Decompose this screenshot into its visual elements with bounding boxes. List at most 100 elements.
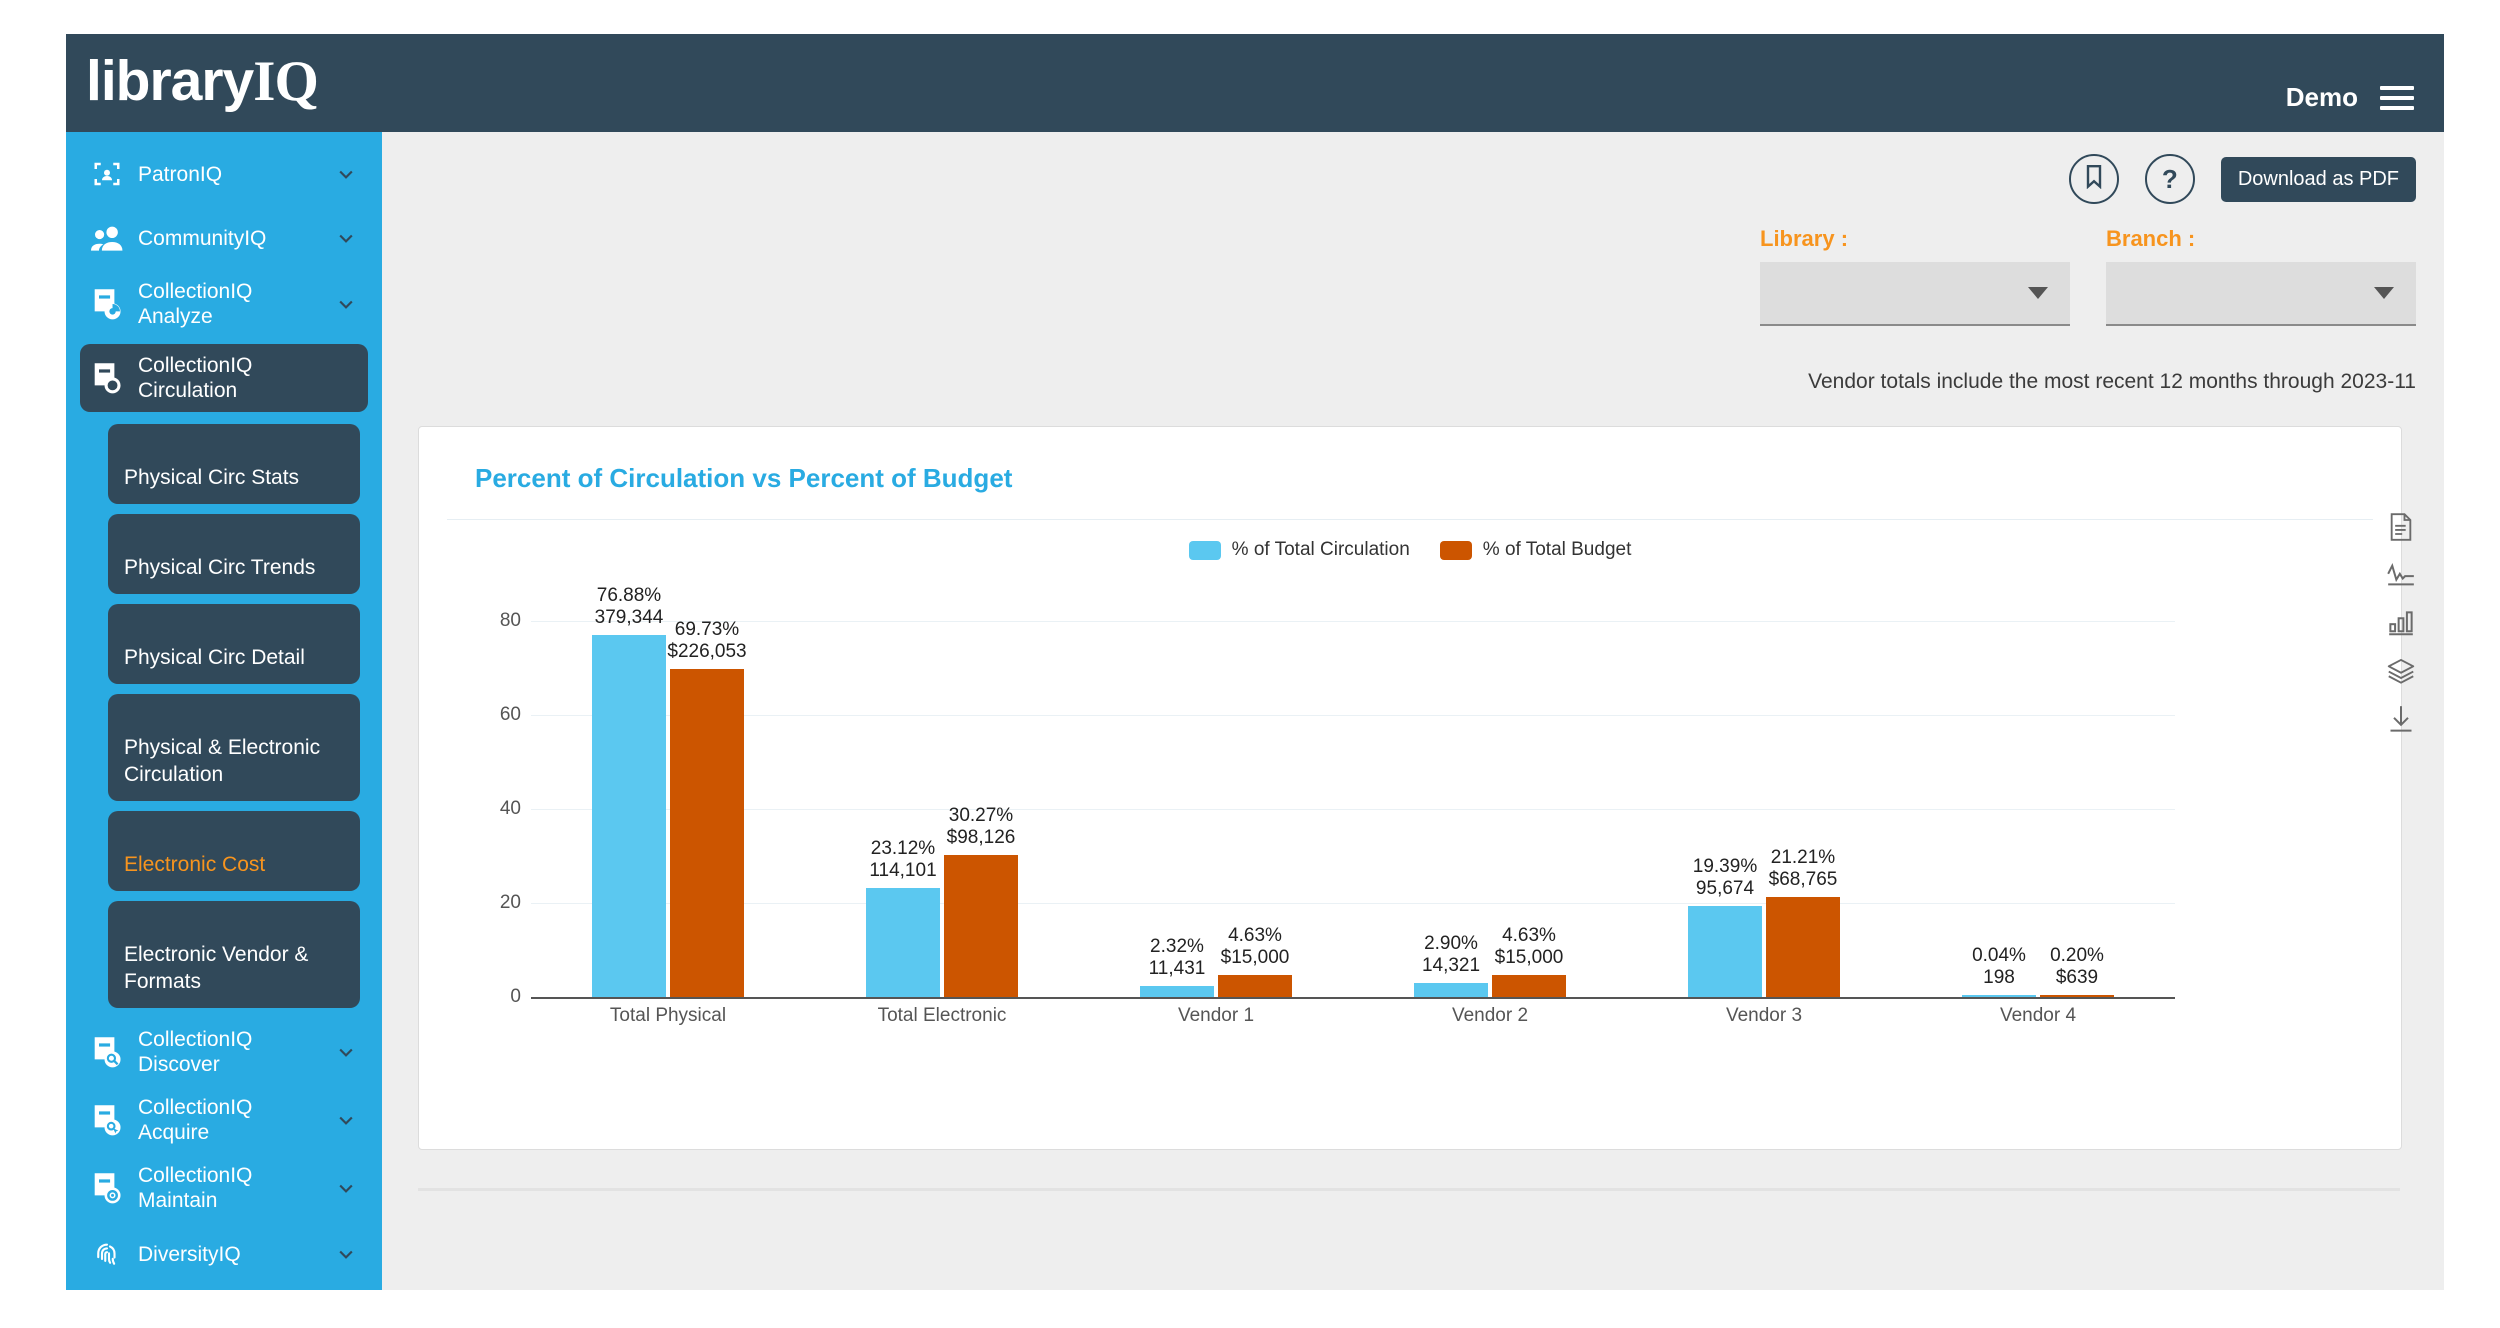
sidebar-item-collectioniq-maintain[interactable]: CollectionIQ Maintain bbox=[80, 1154, 368, 1222]
branch-filter-group: Branch : bbox=[2106, 226, 2416, 326]
chevron-down-icon[interactable] bbox=[336, 164, 356, 184]
bar-value-label: 2.90% 14,321 bbox=[1422, 933, 1480, 977]
app-logo[interactable]: libraryIQ bbox=[86, 48, 319, 114]
chevron-down-icon[interactable] bbox=[336, 1110, 356, 1130]
sidebar-subitem-physical-and-electronic-circulation[interactable]: Physical & Electronic Circulation bbox=[108, 694, 360, 801]
bar-amount-label: $639 bbox=[2055, 967, 2099, 988]
bar-column: 4.63% $15,000 bbox=[1492, 597, 1566, 997]
bar[interactable] bbox=[2040, 995, 2114, 997]
user-account-label: Demo bbox=[2285, 82, 2358, 112]
bar[interactable] bbox=[1492, 975, 1566, 997]
sidebar-item-communityiq[interactable]: CommunityIQ bbox=[80, 206, 368, 270]
sidebar-item-metricsiq[interactable]: MetricsIQ bbox=[80, 1286, 368, 1290]
hamburger-icon[interactable] bbox=[2380, 85, 2414, 110]
line-chart-icon[interactable] bbox=[2386, 560, 2416, 590]
legend-swatch bbox=[1188, 540, 1221, 560]
chevron-down-icon bbox=[2028, 287, 2048, 299]
bar-percent-label: 2.32% bbox=[1150, 936, 1204, 958]
download-icon[interactable] bbox=[2386, 704, 2416, 734]
chart-legend: % of Total Circulation % of Total Budget bbox=[419, 539, 2401, 561]
bar-value-label: 4.63% $15,000 bbox=[1221, 925, 1290, 969]
bar[interactable] bbox=[670, 668, 744, 997]
bar[interactable] bbox=[1414, 983, 1488, 997]
bar-amount-label: 379,344 bbox=[594, 607, 664, 629]
sidebar-navigation[interactable]: PatronIQ CommunityIQ CollectionIQ Analyz… bbox=[66, 132, 382, 1290]
legend-item[interactable]: % of Total Budget bbox=[1439, 539, 1632, 561]
bar-value-label: 0.20% $639 bbox=[2050, 945, 2104, 989]
sidebar-subitem-label: Physical Circ Stats bbox=[124, 466, 300, 489]
bar-column: 2.32% 11,431 bbox=[1140, 597, 1214, 997]
sidebar-item-collectioniq-acquire[interactable]: CollectionIQ Acquire bbox=[80, 1086, 368, 1154]
bar[interactable] bbox=[944, 854, 1018, 997]
sidebar-subitem-electronic-cost[interactable]: Electronic Cost bbox=[108, 811, 360, 891]
chevron-down-icon[interactable] bbox=[336, 228, 356, 248]
sidebar-subitem-physical-circ-stats[interactable]: Physical Circ Stats bbox=[108, 424, 360, 504]
legend-label: % of Total Budget bbox=[1482, 539, 1632, 560]
chevron-down-icon[interactable] bbox=[336, 1042, 356, 1062]
sidebar-item-diversityiq[interactable]: DiversityIQ bbox=[80, 1222, 368, 1286]
bar-value-label: 21.21% $68,765 bbox=[1769, 847, 1838, 891]
bar-amount-label: 198 bbox=[1983, 967, 2015, 988]
sidebar-subitem-label: Electronic Vendor & Formats bbox=[124, 943, 309, 993]
sidebar-item-collectioniq-analyze[interactable]: CollectionIQ Analyze bbox=[80, 270, 368, 338]
bar[interactable] bbox=[592, 635, 666, 997]
filter-bar: Library : Branch : bbox=[1760, 226, 2416, 326]
bar-group: 2.90% 14,321 4.63% $15,000 bbox=[1353, 597, 1627, 997]
bar-amount-label: 95,674 bbox=[1695, 877, 1755, 899]
branch-select[interactable] bbox=[2106, 262, 2416, 326]
download-as-pdf-button[interactable]: Download as PDF bbox=[2220, 156, 2416, 202]
bar-value-label: 69.73% $226,053 bbox=[667, 619, 746, 663]
legend-label: % of Total Circulation bbox=[1231, 539, 1410, 560]
bookmark-icon bbox=[2084, 164, 2104, 194]
sidebar-item-label: CollectionIQ Circulation bbox=[138, 354, 253, 402]
bar-value-label: 76.88% 379,344 bbox=[595, 585, 664, 629]
y-axis-tick-label: 60 bbox=[499, 703, 521, 725]
bar-amount-label: 11,431 bbox=[1148, 958, 1206, 980]
x-axis-category-label: Total Electronic bbox=[877, 1005, 1007, 1026]
bar[interactable] bbox=[1688, 905, 1762, 997]
sidebar-item-collectioniq-discover[interactable]: CollectionIQ Discover bbox=[80, 1018, 368, 1086]
bar-column: 76.88% 379,344 bbox=[592, 585, 666, 997]
chevron-down-icon[interactable] bbox=[336, 1178, 356, 1198]
bar-percent-label: 69.73% bbox=[674, 618, 740, 640]
sidebar-submenu: Physical Circ Stats Physical Circ Trends… bbox=[108, 424, 360, 1008]
help-button[interactable]: ? bbox=[2144, 154, 2195, 204]
sidebar-subitem-electronic-vendor-and-formats[interactable]: Electronic Vendor & Formats bbox=[108, 901, 360, 1008]
book-search-icon bbox=[88, 1034, 126, 1070]
bar[interactable] bbox=[1140, 986, 1214, 997]
bar-percent-label: 30.27% bbox=[948, 804, 1014, 826]
bar-group: 23.12% 114,101 30.27% $98,126 bbox=[805, 597, 1079, 997]
bar-column: 2.90% 14,321 bbox=[1414, 597, 1488, 997]
bar[interactable] bbox=[1218, 975, 1292, 997]
sidebar-item-patroniq[interactable]: PatronIQ bbox=[80, 142, 368, 206]
bar-percent-label: 21.21% bbox=[1770, 847, 1836, 869]
bar-group: 0.04% 198 0.20% $639 bbox=[1901, 597, 2175, 997]
bar[interactable] bbox=[866, 888, 940, 997]
card-divider bbox=[447, 519, 2373, 520]
sidebar-item-collectioniq-circulation[interactable]: CollectionIQ Circulation bbox=[80, 344, 368, 412]
library-select[interactable] bbox=[1760, 262, 2070, 326]
layers-icon[interactable] bbox=[2386, 656, 2416, 686]
bar[interactable] bbox=[1962, 995, 2036, 997]
x-axis-category-label: Vendor 3 bbox=[1725, 1005, 1803, 1026]
sidebar-subitem-physical-circ-detail[interactable]: Physical Circ Detail bbox=[108, 604, 360, 684]
application-window: libraryIQ Demo PatronIQ CommunityIQ Coll… bbox=[66, 34, 2444, 1290]
bar[interactable] bbox=[1766, 897, 1840, 997]
report-document-icon[interactable] bbox=[2386, 512, 2416, 542]
bookmark-button[interactable] bbox=[2068, 154, 2119, 204]
chevron-down-icon[interactable] bbox=[336, 294, 356, 314]
x-axis-category-label: Vendor 2 bbox=[1451, 1005, 1529, 1026]
bar-value-label: 23.12% 114,101 bbox=[869, 838, 936, 882]
legend-item[interactable]: % of Total Circulation bbox=[1188, 539, 1410, 561]
chart-title: Percent of Circulation vs Percent of Bud… bbox=[475, 463, 1013, 493]
bar-group: 76.88% 379,344 69.73% $226,053 bbox=[531, 585, 805, 997]
sidebar-item-label: CollectionIQ Analyze bbox=[138, 280, 253, 328]
sidebar-subitem-label: Electronic Cost bbox=[124, 853, 266, 876]
chevron-down-icon[interactable] bbox=[336, 1244, 356, 1264]
book-chart-icon bbox=[88, 286, 126, 322]
bar-value-label: 0.04% 198 bbox=[1972, 945, 2026, 989]
library-filter-group: Library : bbox=[1760, 226, 2070, 326]
sidebar-item-label: CollectionIQ Maintain bbox=[138, 1164, 253, 1212]
bar-chart-icon[interactable] bbox=[2386, 608, 2416, 638]
sidebar-subitem-physical-circ-trends[interactable]: Physical Circ Trends bbox=[108, 514, 360, 594]
